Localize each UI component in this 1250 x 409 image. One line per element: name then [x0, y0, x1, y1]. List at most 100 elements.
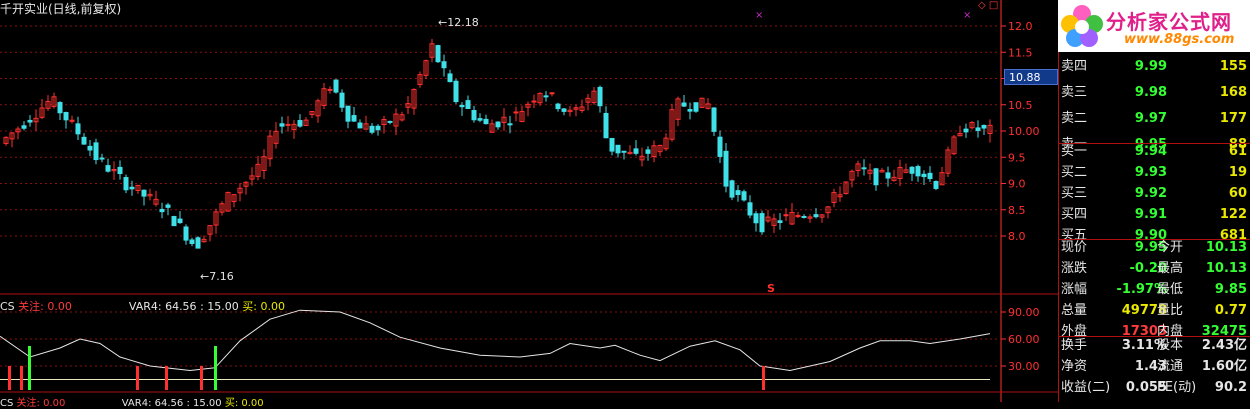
candle-body [597, 86, 603, 107]
candle-body [21, 125, 27, 129]
candle-body [369, 125, 375, 133]
candle-body [963, 128, 969, 133]
order-book-sell-row[interactable]: 卖四 9.99 155 [1059, 56, 1250, 78]
stat-label: 涨幅 [1061, 282, 1088, 297]
signal-bar [136, 366, 139, 390]
order-label: 买四 [1061, 207, 1088, 222]
candle-body [441, 61, 447, 69]
candle-body [387, 120, 393, 123]
order-book-sell-row[interactable]: 卖三 9.98 168 [1059, 82, 1250, 104]
signal-bar [214, 346, 217, 390]
candle-body [297, 120, 303, 127]
candle-body [753, 213, 759, 224]
order-price: 9.98 [1134, 85, 1167, 100]
order-price: 9.97 [1134, 111, 1167, 126]
candle-body [123, 177, 129, 191]
order-book-buy-row[interactable]: 买四 9.91 122 [1059, 204, 1250, 226]
order-book-buy-row[interactable]: 买一 9.94 61 [1059, 141, 1250, 163]
candle-body [63, 111, 69, 121]
candle-body [561, 108, 567, 112]
sell-marker: S [767, 282, 775, 295]
signal-bar [165, 366, 168, 390]
var4-line [0, 309, 991, 372]
logo-text: 分析家公式网 [1106, 10, 1232, 34]
candle-body [981, 124, 987, 129]
candle-body [117, 166, 123, 175]
window-control-icons[interactable]: ◇ □ [978, 0, 998, 11]
candle-body [345, 105, 351, 122]
candle-body [483, 118, 489, 125]
order-book-sell-row[interactable]: 卖二 9.97 177 [1059, 108, 1250, 130]
candle-body [471, 109, 477, 121]
price-axis-label: 9.5 [1008, 151, 1026, 164]
signal-bar [8, 366, 11, 390]
order-price: 9.94 [1134, 144, 1167, 159]
stat-label: 股本 [1157, 338, 1184, 353]
candle-body [477, 118, 483, 121]
quote-stat-row: 现价 9.95 今开 10.13 [1059, 237, 1250, 259]
candle-body [909, 166, 915, 174]
order-volume: 155 [1219, 59, 1247, 74]
stat-label: 现价 [1061, 240, 1088, 255]
stat-value: 90.2 [1214, 380, 1247, 395]
candle-body [57, 102, 63, 114]
stat-value: 10.13 [1205, 240, 1247, 255]
candle-body [453, 80, 459, 103]
quote-panel: 卖五10.00342卖四9.99155卖三9.98168卖二9.97177卖一9… [1058, 0, 1250, 402]
chart-title: 千开实业(日线,前复权) [0, 2, 122, 16]
price-axis-label: 11.5 [1008, 46, 1033, 59]
quote-stat-row: 涨跌 -0.20 最高 10.13 [1059, 258, 1250, 280]
candle-body [285, 123, 291, 126]
site-logo: 分析家公式网 www.88gs.com [1058, 0, 1250, 52]
order-volume: 122 [1219, 207, 1247, 222]
order-label: 买一 [1061, 144, 1088, 159]
candle-body [195, 237, 201, 249]
indicator-axis-label: 90.00 [1008, 306, 1040, 319]
stat-value: 2.43亿 [1201, 338, 1247, 353]
order-price: 9.91 [1134, 207, 1167, 222]
candle-body [801, 215, 807, 218]
candle-body [603, 112, 609, 139]
order-label: 买三 [1061, 186, 1088, 201]
order-book-buy-row[interactable]: 买三 9.92 60 [1059, 183, 1250, 205]
candle-body [813, 214, 819, 218]
candle-body [99, 157, 105, 160]
candle-body [177, 218, 183, 224]
candle-body [339, 92, 345, 108]
candle-body [93, 142, 99, 161]
stat-value: 9.85 [1214, 282, 1247, 297]
order-price: 9.93 [1134, 165, 1167, 180]
quote-stat-row: 换手 3.11% 股本 2.43亿 [1059, 335, 1250, 357]
candle-body [105, 165, 111, 172]
logo-url: www.88gs.com [1124, 32, 1235, 47]
order-volume: 61 [1228, 144, 1247, 159]
candle-body [609, 137, 615, 152]
order-volume: 177 [1219, 111, 1247, 126]
candle-body [717, 136, 723, 157]
candle-body [495, 121, 501, 128]
order-book-buy-row[interactable]: 买二 9.93 19 [1059, 162, 1250, 184]
candle-body [171, 216, 177, 227]
price-axis-label: 10.5 [1008, 99, 1033, 112]
kline-chart[interactable]: 12.011.511.010.510.009.59.08.58.090.0060… [0, 0, 1058, 402]
indicator1-legend: CS 关注: 0.00 VAR4: 64.56 : 15.00 买: 0.00 [0, 300, 285, 313]
stat-label: 最高 [1157, 261, 1184, 276]
stat-label: 总量 [1061, 303, 1088, 318]
candle-body [87, 145, 93, 151]
order-volume: 19 [1228, 165, 1247, 180]
candle-body [513, 111, 519, 114]
candle-body [555, 103, 561, 110]
price-axis-label: 8.0 [1008, 230, 1026, 243]
candle-body [645, 149, 651, 154]
quote-stat-row: 净资 1.43 流通 1.60亿 [1059, 356, 1250, 378]
candle-body [759, 213, 765, 233]
candle-body [693, 102, 699, 112]
candle-body [357, 122, 363, 129]
candle-body [933, 180, 939, 189]
candle-body [81, 136, 87, 145]
candle-body [747, 202, 753, 216]
signal-bar [28, 346, 31, 390]
order-volume: 168 [1219, 85, 1247, 100]
candle-body [141, 189, 147, 197]
order-label: 卖三 [1061, 85, 1088, 100]
